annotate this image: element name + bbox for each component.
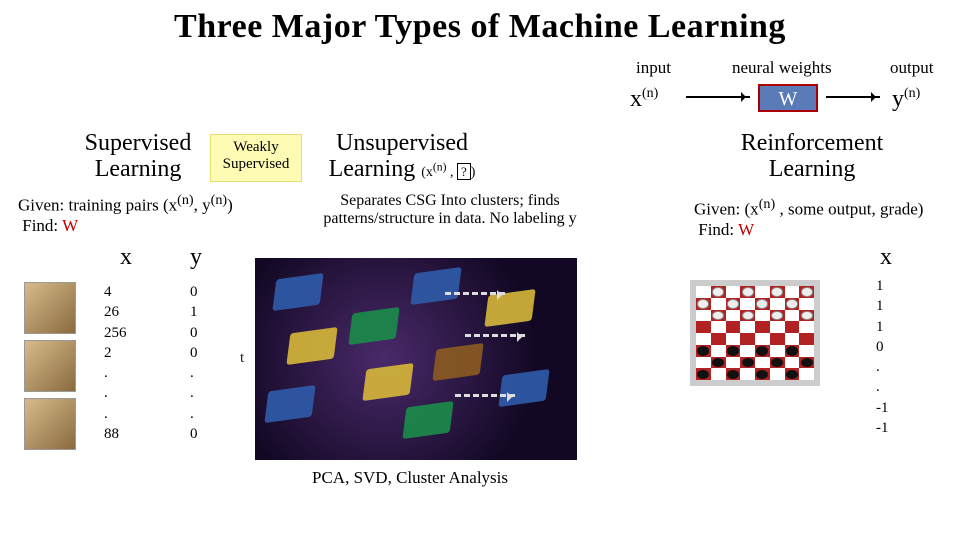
checkers-board xyxy=(690,280,820,386)
dog-thumbnail-1 xyxy=(24,282,76,334)
reinforcement-vector: 1110..-1-1 xyxy=(876,276,889,438)
unsupervised-t-label: t xyxy=(240,350,244,367)
diagram-y: y(n) xyxy=(892,86,920,113)
dog-thumbnail-2 xyxy=(24,340,76,392)
supervised-x-header: x xyxy=(120,244,132,271)
heading-reinforcement: Reinforcement Learning xyxy=(712,130,912,183)
diagram-arrow-1 xyxy=(686,96,750,98)
diagram-arrow-2 xyxy=(826,96,880,98)
reinforcement-given-find: Given: (x(n) , some output, grade) Find:… xyxy=(694,196,954,240)
page-title: Three Major Types of Machine Learning xyxy=(0,0,960,46)
supervised-given-find: Given: training pairs (x(n), y(n)) Find:… xyxy=(18,192,278,236)
supervised-x-column: 4262562...88 xyxy=(104,282,127,444)
unsupervised-caption: PCA, SVD, Cluster Analysis xyxy=(312,468,508,488)
reinforcement-x-header: x xyxy=(880,244,892,271)
unsupervised-cluster-figure xyxy=(255,258,577,460)
heading-supervised: Supervised Learning xyxy=(68,130,208,183)
dog-thumbnail-3 xyxy=(24,398,76,450)
supervised-y-column: 0100...0 xyxy=(190,282,198,444)
diagram-label-weights: neural weights xyxy=(732,58,832,78)
diagram-label-input: input xyxy=(636,58,671,78)
supervised-y-header: y xyxy=(190,244,202,271)
heading-weakly-supervised: Weakly Supervised xyxy=(210,134,302,182)
diagram-x: x(n) xyxy=(630,86,658,113)
diagram-label-output: output xyxy=(890,58,933,78)
diagram-w-box: W xyxy=(758,84,818,112)
unsupervised-subtitle: Separates CSG Into clusters; finds patte… xyxy=(290,192,610,228)
heading-unsupervised: Unsupervised Learning (x(n) , ?) xyxy=(312,130,492,183)
